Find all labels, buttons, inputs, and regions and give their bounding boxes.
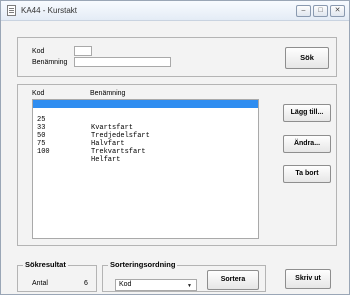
title-bar[interactable]: KA44 - Kurstakt – □ ✕	[1, 1, 349, 21]
window-title: KA44 - Kurstakt	[21, 6, 78, 15]
list-item[interactable]: 0 Ingen	[33, 100, 258, 124]
list-item[interactable]: 50 Halvfart	[33, 124, 258, 148]
list-item[interactable]: 100 Helfart	[33, 140, 258, 164]
delete-button[interactable]: Ta bort	[283, 165, 331, 183]
kod-label: Kod	[32, 48, 45, 55]
list-item-name: Trekvartsfart	[91, 148, 146, 156]
column-header-kod: Kod	[32, 90, 45, 97]
sort-select-value: Kod	[119, 281, 132, 288]
search-result-group: Sökresultat Antal 6	[17, 260, 97, 292]
kurstakt-list[interactable]: 0 Ingen 25 Kvartsfart 33 Tredjedelsfart …	[32, 99, 259, 239]
count-value: 6	[84, 280, 88, 287]
document-icon	[7, 5, 16, 16]
list-item[interactable]: 25 Kvartsfart	[33, 108, 258, 132]
sort-button[interactable]: Sortera	[207, 270, 259, 290]
list-item-name: Helfart	[91, 156, 121, 164]
close-button[interactable]: ✕	[330, 5, 345, 17]
sort-order-title: Sorteringsordning	[108, 260, 178, 269]
benamning-input[interactable]	[74, 57, 171, 67]
benamning-label: Benämning	[32, 59, 68, 66]
list-item-code: 100	[37, 148, 50, 156]
application-window: KA44 - Kurstakt – □ ✕ Kod Benämning Sök …	[0, 0, 350, 295]
list-item[interactable]: 33 Tredjedelsfart	[33, 116, 258, 140]
add-button[interactable]: Lägg till...	[283, 104, 331, 122]
maximize-button[interactable]: □	[313, 5, 328, 17]
column-header-benamning: Benämning	[90, 90, 126, 97]
minimize-button[interactable]: –	[296, 5, 311, 17]
search-button[interactable]: Sök	[285, 47, 329, 69]
window-controls: – □ ✕	[296, 5, 345, 17]
sort-select[interactable]: Kod ▼	[115, 279, 197, 291]
print-button[interactable]: Skriv ut	[285, 269, 331, 289]
sort-order-group: Sorteringsordning Kod ▼ Sortera	[102, 260, 266, 292]
search-result-title: Sökresultat	[23, 260, 68, 269]
count-label: Antal	[32, 280, 48, 287]
edit-button[interactable]: Ändra...	[283, 135, 331, 153]
list-item[interactable]: 75 Trekvartsfart	[33, 132, 258, 156]
kod-input[interactable]	[74, 46, 92, 56]
chevron-down-icon: ▼	[187, 283, 192, 289]
